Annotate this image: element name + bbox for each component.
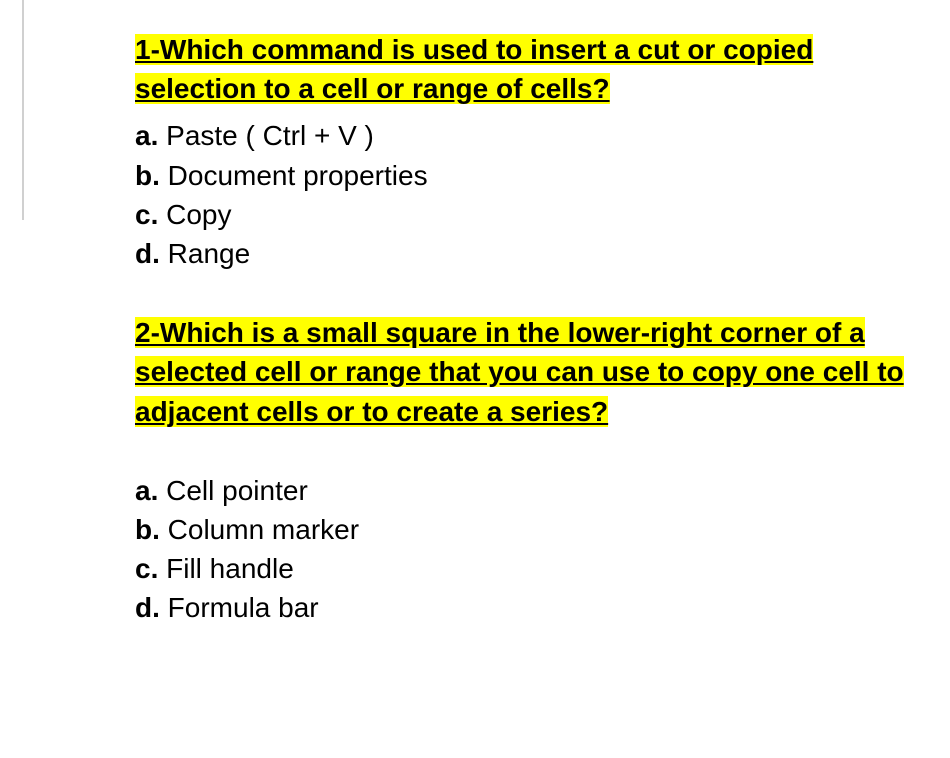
question-2-option-b: b. Column marker: [135, 510, 930, 549]
question-2: 2-Which is a small square in the lower-r…: [135, 313, 930, 627]
option-text: Range: [160, 238, 250, 269]
question-2-title-wrap: 2-Which is a small square in the lower-r…: [135, 313, 930, 431]
option-text: Column marker: [160, 514, 359, 545]
question-1-option-a: a. Paste ( Ctrl + V ): [135, 116, 930, 155]
option-label: c.: [135, 553, 158, 584]
question-2-title: 2-Which is a small square in the lower-r…: [135, 317, 904, 426]
question-1-options: a. Paste ( Ctrl + V ) b. Document proper…: [135, 116, 930, 273]
question-1-title-wrap: 1-Which command is used to insert a cut …: [135, 30, 930, 108]
option-text: Copy: [158, 199, 231, 230]
document-content: 1-Which command is used to insert a cut …: [0, 0, 950, 687]
question-1-option-d: d. Range: [135, 234, 930, 273]
option-text: Formula bar: [160, 592, 319, 623]
option-label: b.: [135, 514, 160, 545]
option-label: d.: [135, 238, 160, 269]
page-divider: [22, 0, 24, 220]
option-label: a.: [135, 475, 158, 506]
question-1-option-c: c. Copy: [135, 195, 930, 234]
question-1: 1-Which command is used to insert a cut …: [135, 30, 930, 273]
question-2-option-a: a. Cell pointer: [135, 471, 930, 510]
question-2-option-c: c. Fill handle: [135, 549, 930, 588]
option-label: c.: [135, 199, 158, 230]
question-1-title: 1-Which command is used to insert a cut …: [135, 34, 813, 104]
option-text: Document properties: [160, 160, 428, 191]
question-1-option-b: b. Document properties: [135, 156, 930, 195]
option-text: Fill handle: [158, 553, 293, 584]
option-label: b.: [135, 160, 160, 191]
option-label: a.: [135, 120, 158, 151]
option-label: d.: [135, 592, 160, 623]
question-2-options: a. Cell pointer b. Column marker c. Fill…: [135, 471, 930, 628]
option-text: Paste ( Ctrl + V ): [158, 120, 374, 151]
question-2-option-d: d. Formula bar: [135, 588, 930, 627]
option-text: Cell pointer: [158, 475, 307, 506]
